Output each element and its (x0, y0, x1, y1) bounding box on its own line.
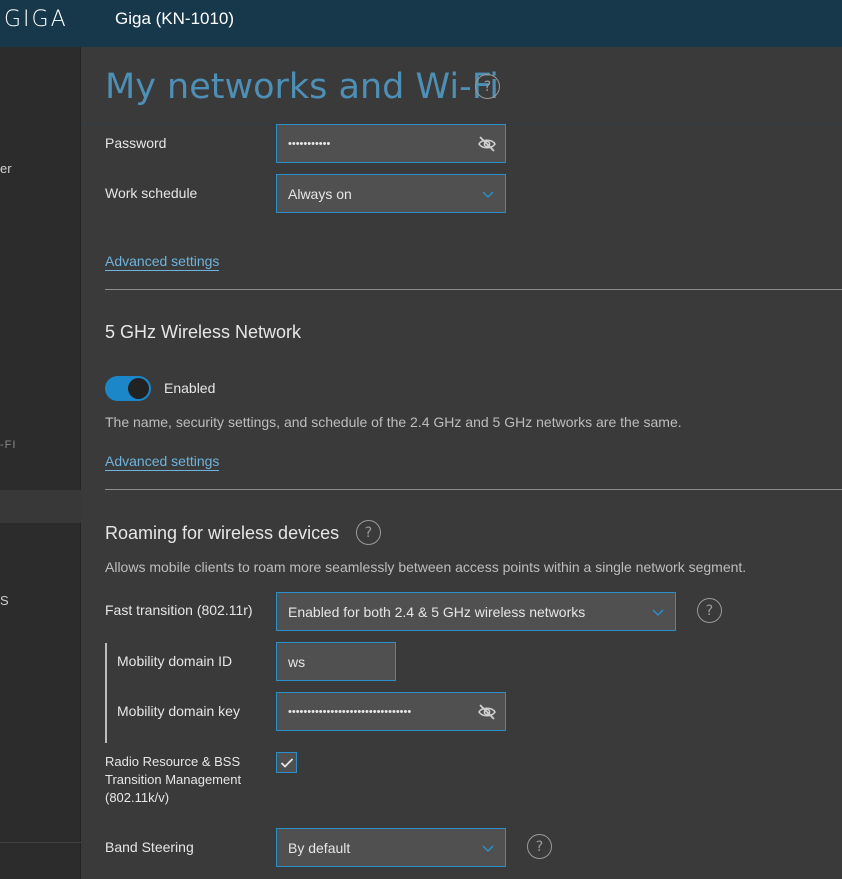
fast-transition-select[interactable]: Enabled for both 2.4 & 5 GHz wireless ne… (276, 592, 676, 631)
section-divider (105, 489, 842, 490)
help-icon[interactable]: ? (527, 834, 552, 859)
chevron-down-icon (482, 845, 494, 853)
sidebar-section-fragment: -FI (0, 439, 17, 451)
roaming-description: Allows mobile clients to roam more seaml… (105, 559, 747, 575)
work-schedule-label: Work schedule (105, 185, 198, 201)
mobility-domain-id-input[interactable]: ws (276, 642, 396, 681)
chevron-down-icon (652, 609, 664, 617)
brand-logo[interactable]: GIGA (4, 7, 68, 32)
password-field[interactable]: ••••••••••• (276, 124, 506, 163)
help-icon[interactable]: ? (697, 598, 722, 623)
eye-off-icon[interactable] (477, 135, 497, 153)
mobility-domain-key-value: •••••••••••••••••••••••••••••••• (288, 705, 412, 718)
sidebar-item-fragment[interactable]: er (0, 161, 12, 176)
advanced-settings-link-24[interactable]: Advanced settings (105, 253, 220, 271)
mobility-domain-id-value: ws (288, 653, 306, 670)
device-name: Giga (KN-1010) (115, 9, 235, 28)
enabled-toggle[interactable] (105, 376, 151, 401)
sidebar-item-active[interactable] (0, 490, 81, 523)
work-schedule-value: Always on (288, 185, 352, 202)
password-label: Password (105, 135, 167, 151)
top-bar: GIGA Giga (KN-1010) (0, 0, 842, 47)
rrm-label-line: Transition Management (105, 772, 242, 787)
help-icon[interactable]: ? (356, 520, 381, 545)
rrm-label-line: (802.11k/v) (105, 790, 170, 805)
sidebar: er -FI S (0, 47, 81, 879)
help-icon[interactable]: ? (475, 74, 500, 99)
rrm-checkbox[interactable] (276, 752, 297, 773)
mobility-group-indicator (105, 643, 107, 743)
band-steering-label: Band Steering (105, 839, 194, 855)
chevron-down-icon (482, 191, 494, 199)
band-steering-select[interactable]: By default (276, 828, 506, 867)
section-title-roaming: Roaming for wireless devices (105, 523, 340, 543)
enabled-label: Enabled (164, 380, 216, 396)
mobility-domain-id-label: Mobility domain ID (117, 653, 233, 669)
mobility-domain-key-field[interactable]: •••••••••••••••••••••••••••••••• (276, 692, 506, 731)
fast-transition-label: Fast transition (802.11r) (105, 602, 253, 618)
rrm-label-line: Radio Resource & BSS (105, 754, 241, 769)
work-schedule-select[interactable]: Always on (276, 174, 506, 213)
checkmark-icon (280, 757, 293, 768)
sidebar-item-fragment[interactable]: S (0, 593, 9, 608)
main-content: My networks and Wi-Fi ? Password •••••••… (81, 47, 842, 879)
eye-off-icon[interactable] (477, 703, 497, 721)
mobility-domain-key-label: Mobility domain key (117, 703, 240, 719)
band-steering-value: By default (288, 839, 351, 856)
5ghz-note: The name, security settings, and schedul… (105, 414, 682, 430)
fast-transition-value: Enabled for both 2.4 & 5 GHz wireless ne… (288, 603, 586, 620)
section-title-5ghz: 5 GHz Wireless Network (105, 322, 302, 342)
advanced-settings-link-5[interactable]: Advanced settings (105, 453, 220, 471)
page-title: My networks and Wi-Fi (105, 67, 500, 107)
password-value: ••••••••••• (288, 137, 331, 150)
section-divider (105, 289, 842, 290)
sidebar-divider (0, 842, 81, 843)
toggle-knob (128, 378, 149, 399)
rrm-label: Radio Resource & BSS Transition Manageme… (105, 753, 241, 807)
